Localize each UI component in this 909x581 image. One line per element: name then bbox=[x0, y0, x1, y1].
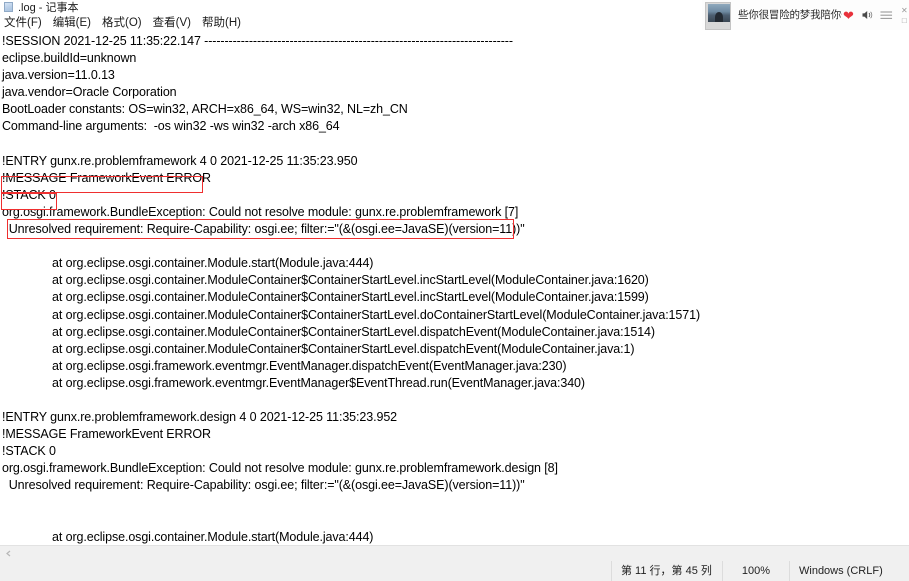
menu-view[interactable]: 查看(V) bbox=[153, 16, 197, 30]
log-line: java.vendor=Oracle Corporation bbox=[2, 85, 177, 100]
editor-area[interactable]: !SESSION 2021-12-25 11:35:22.147 -------… bbox=[0, 31, 909, 545]
log-line: java.version=11.0.13 bbox=[2, 68, 115, 83]
log-line: !ENTRY gunx.re.problemframework.design 4… bbox=[2, 410, 398, 425]
log-line: eclipse.buildId=unknown bbox=[2, 51, 137, 66]
log-line: at org.eclipse.osgi.container.ModuleCont… bbox=[52, 273, 649, 288]
log-line: at org.eclipse.osgi.container.ModuleCont… bbox=[52, 290, 649, 305]
status-cursor-position: 第 11 行，第 45 列 bbox=[611, 561, 722, 581]
log-line: !SESSION 2021-12-25 11:35:22.147 -------… bbox=[2, 34, 513, 48]
log-line: Unresolved requirement: Require-Capabili… bbox=[2, 222, 525, 237]
restore-icon[interactable]: □ bbox=[902, 16, 907, 24]
log-line: at org.eclipse.osgi.container.Module.sta… bbox=[52, 529, 374, 544]
music-player-widget[interactable]: 些你很冒险的梦我陪你去疯 ❤ bbox=[702, 0, 909, 30]
horizontal-scroll-track[interactable] bbox=[16, 546, 909, 561]
log-line: !STACK 0 bbox=[2, 444, 56, 459]
log-line: at org.eclipse.osgi.container.ModuleCont… bbox=[52, 324, 655, 339]
menu-edit[interactable]: 编辑(E) bbox=[53, 16, 97, 30]
log-line: at org.eclipse.osgi.container.ModuleCont… bbox=[52, 307, 701, 322]
log-line: at org.eclipse.osgi.framework.eventmgr.E… bbox=[52, 375, 585, 390]
playlist-icon[interactable] bbox=[880, 9, 893, 22]
menu-file[interactable]: 文件(F) bbox=[4, 16, 48, 30]
horizontal-scrollbar[interactable] bbox=[0, 545, 909, 561]
log-line: !MESSAGE FrameworkEvent ERROR bbox=[2, 170, 211, 185]
log-line: BootLoader constants: OS=win32, ARCH=x86… bbox=[2, 102, 408, 117]
log-line: org.osgi.framework.BundleException: Coul… bbox=[2, 204, 519, 219]
status-line-ending: Windows (CRLF) bbox=[789, 561, 909, 581]
window-title: .log - 记事本 bbox=[18, 1, 79, 14]
speaker-icon[interactable] bbox=[861, 9, 874, 22]
menu-format[interactable]: 格式(O) bbox=[102, 16, 148, 30]
log-line: Command-line arguments: -os win32 -ws wi… bbox=[2, 119, 340, 134]
log-line: !STACK 0 bbox=[2, 187, 56, 202]
menu-help[interactable]: 帮助(H) bbox=[202, 16, 247, 30]
log-line: at org.eclipse.osgi.framework.eventmgr.E… bbox=[52, 358, 567, 373]
log-line: at org.eclipse.osgi.container.ModuleCont… bbox=[52, 341, 635, 356]
scroll-left-arrow-icon[interactable] bbox=[0, 546, 16, 561]
status-bar: 第 11 行，第 45 列 100% Windows (CRLF) bbox=[0, 561, 909, 581]
log-line: at org.eclipse.osgi.container.Module.sta… bbox=[52, 256, 374, 271]
log-line: !MESSAGE FrameworkEvent ERROR bbox=[2, 427, 211, 442]
track-title: 些你很冒险的梦我陪你去疯 bbox=[738, 9, 842, 21]
status-zoom-level[interactable]: 100% bbox=[722, 561, 789, 581]
heart-icon[interactable]: ❤ bbox=[842, 9, 855, 22]
log-text-content[interactable]: !SESSION 2021-12-25 11:35:22.147 -------… bbox=[0, 31, 909, 545]
log-line: !ENTRY gunx.re.problemframework 4 0 2021… bbox=[2, 153, 358, 168]
window-controls: ✕ □ bbox=[901, 6, 908, 24]
close-icon[interactable]: ✕ bbox=[901, 6, 908, 14]
album-art-thumbnail bbox=[705, 1, 731, 30]
notepad-icon bbox=[3, 2, 14, 13]
notepad-window: .log - 记事本 文件(F) 编辑(E) 格式(O) 查看(V) 帮助(H)… bbox=[0, 0, 909, 581]
log-line: org.osgi.framework.BundleException: Coul… bbox=[2, 461, 558, 476]
log-line: Unresolved requirement: Require-Capabili… bbox=[2, 478, 525, 493]
music-widget-controls: ❤ ✕ □ bbox=[842, 6, 909, 24]
